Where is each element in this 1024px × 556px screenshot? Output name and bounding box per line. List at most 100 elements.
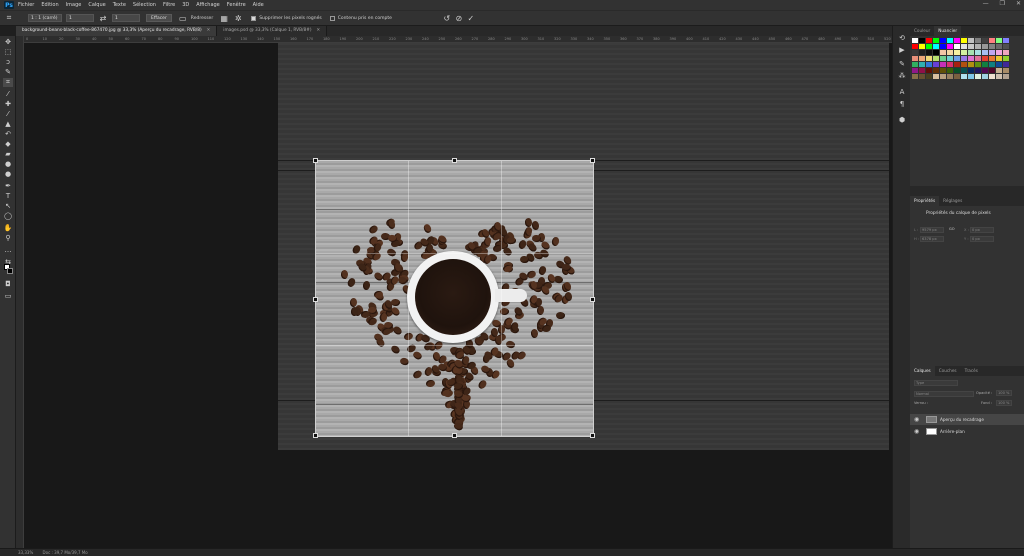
menu-image[interactable]: Image (66, 2, 82, 8)
color-swatch[interactable] (940, 74, 946, 79)
color-swatch[interactable] (996, 50, 1002, 55)
color-swatch[interactable] (947, 74, 953, 79)
character-icon[interactable]: A (897, 88, 907, 97)
color-swatch[interactable] (996, 62, 1002, 67)
color-swatch[interactable] (1003, 74, 1009, 79)
crop-handle-top-right[interactable] (590, 158, 595, 163)
text-tool-icon[interactable]: T (3, 192, 13, 201)
color-swatch[interactable] (947, 38, 953, 43)
ratio-height-input[interactable]: 1 (112, 14, 140, 22)
color-swatch[interactable] (989, 38, 995, 43)
paragraph-icon[interactable]: ¶ (897, 100, 907, 109)
color-swatch[interactable] (919, 62, 925, 67)
reset-icon[interactable]: ↺ (442, 13, 452, 23)
crop-handle-top-left[interactable] (313, 158, 318, 163)
healing-brush-icon[interactable]: ✚ (3, 100, 13, 109)
color-swatch[interactable] (940, 62, 946, 67)
tab-couleur[interactable]: Couleur (910, 26, 934, 36)
quick-mask-icon[interactable]: ◘ (3, 280, 13, 289)
overlay-grid-icon[interactable]: ▦ (219, 13, 229, 23)
straighten-icon[interactable]: ▭ (178, 13, 188, 23)
color-swatch[interactable] (961, 50, 967, 55)
color-swatch[interactable] (947, 56, 953, 61)
color-swatch[interactable] (947, 44, 953, 49)
history-icon[interactable]: ⟲ (897, 34, 907, 43)
play-actions-icon[interactable]: ▶ (897, 46, 907, 55)
menu-selection[interactable]: Sélection (133, 2, 156, 8)
color-swatch[interactable] (919, 44, 925, 49)
color-swatch[interactable] (961, 68, 967, 73)
eyedropper-tool-icon[interactable]: ⁄ (3, 90, 13, 99)
color-swatch[interactable] (926, 38, 932, 43)
prop-y-field[interactable]: 0 px (970, 236, 994, 242)
color-swatch[interactable] (926, 62, 932, 67)
eye-icon[interactable]: ◉ (914, 426, 919, 437)
tab-document-1[interactable]: background-beans-black-coffee-867470.jpg… (16, 26, 218, 36)
screen-mode-icon[interactable]: ▭ (3, 292, 13, 301)
menu-calque[interactable]: Calque (88, 2, 105, 8)
color-swatch[interactable] (982, 62, 988, 67)
crop-tool-icon[interactable]: ⌗ (3, 78, 13, 87)
link-icon[interactable]: GO (949, 227, 955, 231)
color-swatch[interactable] (982, 44, 988, 49)
color-swatch[interactable] (975, 68, 981, 73)
zoom-level[interactable]: 33,33% (18, 550, 33, 555)
color-swatch[interactable] (1003, 50, 1009, 55)
prop-height-field[interactable]: 6378 px (920, 236, 944, 242)
cancel-icon[interactable]: ⊘ (454, 13, 464, 23)
color-swatch[interactable] (919, 56, 925, 61)
delete-cropped-checkbox[interactable] (251, 15, 257, 21)
color-swatch[interactable] (968, 68, 974, 73)
color-swatch[interactable] (919, 74, 925, 79)
stamp-tool-icon[interactable]: ▲ (3, 120, 13, 129)
color-swatch[interactable] (1003, 38, 1009, 43)
color-swatch[interactable] (961, 62, 967, 67)
menu-edition[interactable]: Edition (41, 2, 58, 8)
crop-handle-left[interactable] (313, 297, 318, 302)
color-swatch[interactable] (954, 68, 960, 73)
color-swatch[interactable] (989, 68, 995, 73)
maximize-icon[interactable]: ❐ (1000, 0, 1005, 7)
color-swatch[interactable] (975, 38, 981, 43)
color-swatch[interactable] (989, 56, 995, 61)
color-swatch[interactable] (919, 38, 925, 43)
menu-fenetre[interactable]: Fenêtre (227, 2, 246, 8)
color-swatch[interactable] (996, 44, 1002, 49)
color-swatch[interactable] (968, 74, 974, 79)
color-swatch[interactable] (919, 50, 925, 55)
color-swatch[interactable] (996, 56, 1002, 61)
color-swatch[interactable] (954, 38, 960, 43)
color-swatch[interactable] (933, 50, 939, 55)
color-swatch[interactable] (1003, 62, 1009, 67)
layer-row-crop-preview[interactable]: ◉ Aperçu du recadrage (910, 414, 1024, 425)
settings-gear-icon[interactable]: ✲ (233, 13, 243, 23)
color-swatch[interactable] (968, 44, 974, 49)
menu-3d[interactable]: 3D (182, 2, 189, 8)
color-swatch[interactable] (933, 38, 939, 43)
color-swatch[interactable] (933, 56, 939, 61)
color-swatch[interactable] (947, 50, 953, 55)
adjust-icon[interactable]: ✎ (897, 60, 907, 69)
color-swatch[interactable] (954, 56, 960, 61)
layer-kind-filter[interactable]: Type (914, 380, 958, 386)
tab-document-2[interactable]: images.psd @ 33,3% (Calque 1, RVB/8#) ✕ (217, 26, 328, 36)
crop-handle-bottom-left[interactable] (313, 433, 318, 438)
color-swatch[interactable] (954, 74, 960, 79)
tab-proprietes[interactable]: Propriétés (910, 196, 940, 206)
swap-icon[interactable]: ⇄ (98, 13, 108, 23)
zoom-tool-icon[interactable]: ⚲ (3, 234, 13, 243)
hand-tool-icon[interactable]: ✋ (3, 224, 13, 233)
opacity-input[interactable]: 100 % (996, 390, 1012, 396)
color-swatch[interactable] (926, 68, 932, 73)
color-swatch[interactable] (961, 56, 967, 61)
menu-filtre[interactable]: Filtre (163, 2, 175, 8)
prop-width-field[interactable]: 9579 px (920, 227, 944, 233)
color-swatch[interactable] (961, 74, 967, 79)
color-swatch[interactable] (912, 56, 918, 61)
color-swatch[interactable] (954, 50, 960, 55)
color-swatch[interactable] (947, 68, 953, 73)
canvas-area[interactable] (24, 43, 892, 548)
crop-handle-bottom-right[interactable] (590, 433, 595, 438)
crop-tool-icon[interactable]: ⌗ (4, 13, 14, 23)
color-swatch[interactable] (940, 44, 946, 49)
